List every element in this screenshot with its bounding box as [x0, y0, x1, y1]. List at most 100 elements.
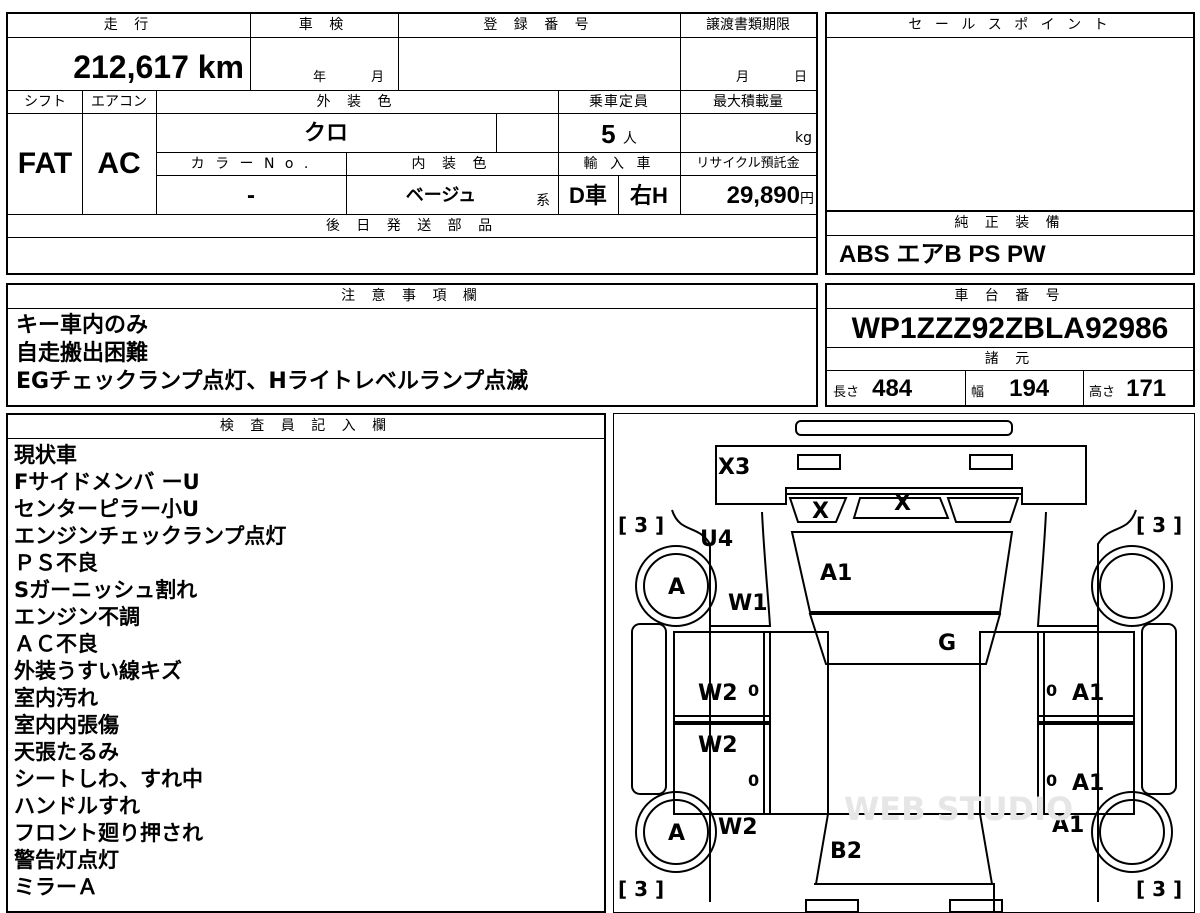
- mileage-header: 走 行: [8, 14, 250, 38]
- mileage-number: 212,617: [73, 49, 189, 85]
- recycle-header: リサイクル預託金: [680, 152, 816, 176]
- genuine-equipment-header: 純 正 装 備: [827, 212, 1193, 236]
- mark-x-right: X: [894, 491, 911, 516]
- handle-value: 右H: [630, 183, 668, 208]
- notes-box: 注 意 事 項 欄 キー車内のみ 自走搬出困難 EGチェックランプ点灯、Hライト…: [6, 283, 818, 407]
- chassis-box: 車 台 番 号 WP1ZZZ92ZBLA92986 諸 元 長さ 484 幅 1…: [825, 283, 1195, 407]
- specs-header: 諸 元: [827, 347, 1193, 371]
- capacity-value: 5 人: [558, 114, 680, 152]
- sales-point-box: セ ー ル ス ポ イ ン ト: [825, 12, 1195, 212]
- later-parts-header: 後 日 発 送 部 品: [8, 214, 816, 238]
- inspector-line: フロント廻り押され: [14, 821, 203, 845]
- note-line: EGチェックランプ点灯、Hライトレベルランプ点滅: [16, 369, 529, 394]
- inspector-line: センターピラー小U: [14, 497, 200, 521]
- mark-a-rear-wheel: A: [668, 821, 685, 846]
- mark-x-left: X: [812, 499, 829, 524]
- inspector-line: 室内汚れ: [14, 686, 98, 710]
- mark-a1-hood: A1: [820, 561, 852, 586]
- car-diagram: X3 X X U4 A1 W1 G W2 W2 W2 A1 A1 A1 B2 A…: [618, 420, 1182, 912]
- spec-width: 幅 194: [965, 371, 1081, 405]
- inspector-header: 検 査 員 記 入 欄: [8, 415, 604, 439]
- mark-a1-front-door-r: A1: [1072, 681, 1104, 706]
- length-label: 長さ: [833, 385, 860, 400]
- capacity-unit: 人: [622, 130, 637, 146]
- recycle-amount: 29,890: [726, 182, 800, 209]
- max-load-header: 最大積載量: [680, 90, 816, 114]
- inspector-line: 現状車: [14, 443, 77, 467]
- mark-zero: 0: [1046, 771, 1057, 790]
- max-load-unit: kg: [795, 130, 812, 146]
- watermark: WEB STUDIO: [844, 790, 1073, 828]
- tire-bracket-fl: [ 3 ]: [618, 513, 664, 537]
- inspector-line: 警告灯点灯: [14, 848, 119, 872]
- capacity-header: 乗車定員: [558, 90, 680, 114]
- inspection-header: 車 検: [250, 14, 398, 38]
- import-type-value: D車: [569, 183, 607, 208]
- mark-b2: B2: [830, 839, 862, 864]
- inspector-lines: 現状車 Fサイドメンバ ーU センターピラー小U エンジンチェックランプ点灯 Ｐ…: [8, 442, 604, 901]
- damage-diagram-box: X3 X X U4 A1 W1 G W2 W2 W2 A1 A1 A1 B2 A…: [613, 413, 1195, 913]
- transfer-day-unit: 日: [794, 70, 808, 85]
- inspector-line: ミラーＡ: [14, 875, 98, 899]
- sales-point-header: セ ー ル ス ポ イ ン ト: [827, 14, 1193, 38]
- tire-bracket-rl: [ 3 ]: [618, 877, 664, 901]
- mileage-unit: km: [197, 49, 244, 85]
- interior-color-header: 内 装 色: [346, 152, 558, 176]
- interior-color-suffix: 系: [536, 193, 550, 209]
- color-no-value: -: [247, 182, 255, 209]
- exterior-color-header: 外 装 色: [156, 90, 558, 114]
- shift-value: FAT: [17, 147, 73, 180]
- aircon-header: エアコン: [82, 90, 156, 114]
- inspector-line: ハンドルすれ: [14, 794, 140, 818]
- mileage-value: 212,617 km: [8, 42, 248, 88]
- inspector-line: Fサイドメンバ ーU: [14, 470, 200, 494]
- length-value: 484: [872, 375, 913, 402]
- inspector-box: 検 査 員 記 入 欄 現状車 Fサイドメンバ ーU センターピラー小U エンジ…: [6, 413, 606, 913]
- mark-w2-front-door: W2: [698, 681, 738, 706]
- inspection-year-unit: 年: [313, 70, 327, 85]
- inspector-line: 室内内張傷: [14, 713, 119, 737]
- mark-zero: 0: [748, 681, 759, 700]
- aircon-value: AC: [97, 147, 141, 180]
- inspection-month-unit: 月: [371, 70, 385, 85]
- inspector-line: Sガーニッシュ割れ: [14, 578, 198, 602]
- note-line: 自走搬出困難: [16, 341, 149, 366]
- chassis-header: 車 台 番 号: [827, 285, 1193, 309]
- interior-color-value: ベージュ: [405, 185, 477, 206]
- genuine-equipment-value: ABS エアB PS PW: [839, 241, 1046, 268]
- inspector-line: エンジンチェックランプ点灯: [14, 524, 287, 548]
- mark-w1: W1: [728, 591, 768, 616]
- notes-header: 注 意 事 項 欄: [8, 285, 816, 309]
- color-no-header: カ ラ ー N o .: [156, 152, 346, 176]
- mark-zero: 0: [748, 771, 759, 790]
- spec-height: 高さ 171: [1083, 371, 1193, 405]
- note-line: キー車内のみ: [16, 313, 149, 338]
- exterior-color-value: クロ: [303, 121, 348, 146]
- mark-a1-rear-door-r: A1: [1072, 771, 1104, 796]
- inspector-line: ＡＣ不良: [14, 632, 98, 656]
- width-value: 194: [1009, 375, 1050, 402]
- import-header: 輸 入 車: [558, 152, 680, 176]
- genuine-equipment-box: 純 正 装 備 ABS エアB PS PW: [825, 210, 1195, 275]
- width-label: 幅: [971, 385, 985, 400]
- inspector-line: 外装うすい線キズ: [14, 659, 182, 683]
- mark-g: G: [938, 631, 956, 656]
- inspector-line: 天張たるみ: [14, 740, 119, 764]
- transfer-deadline-header: 譲渡書類期限: [680, 14, 816, 38]
- mark-a-front-wheel: A: [668, 575, 685, 600]
- notes-lines: キー車内のみ 自走搬出困難 EGチェックランプ点灯、Hライトレベルランプ点滅: [8, 312, 816, 396]
- recycle-unit: 円: [800, 190, 814, 206]
- height-value: 171: [1126, 375, 1167, 402]
- mark-zero: 0: [1046, 681, 1057, 700]
- mark-x3: X3: [718, 455, 750, 480]
- capacity-number: 5: [601, 119, 616, 149]
- registration-header: 登 録 番 号: [398, 14, 680, 38]
- inspector-line: エンジン不調: [14, 605, 140, 629]
- recycle-value: 29,890円: [680, 176, 814, 214]
- inspector-line: シートしわ、すれ中: [14, 767, 203, 791]
- mark-w2-rear-door: W2: [698, 733, 738, 758]
- transfer-month-unit: 月: [736, 70, 750, 85]
- mark-w2-rear: W2: [718, 815, 758, 840]
- chassis-number: WP1ZZZ92ZBLA92986: [851, 312, 1169, 345]
- mark-u4: U4: [700, 527, 733, 552]
